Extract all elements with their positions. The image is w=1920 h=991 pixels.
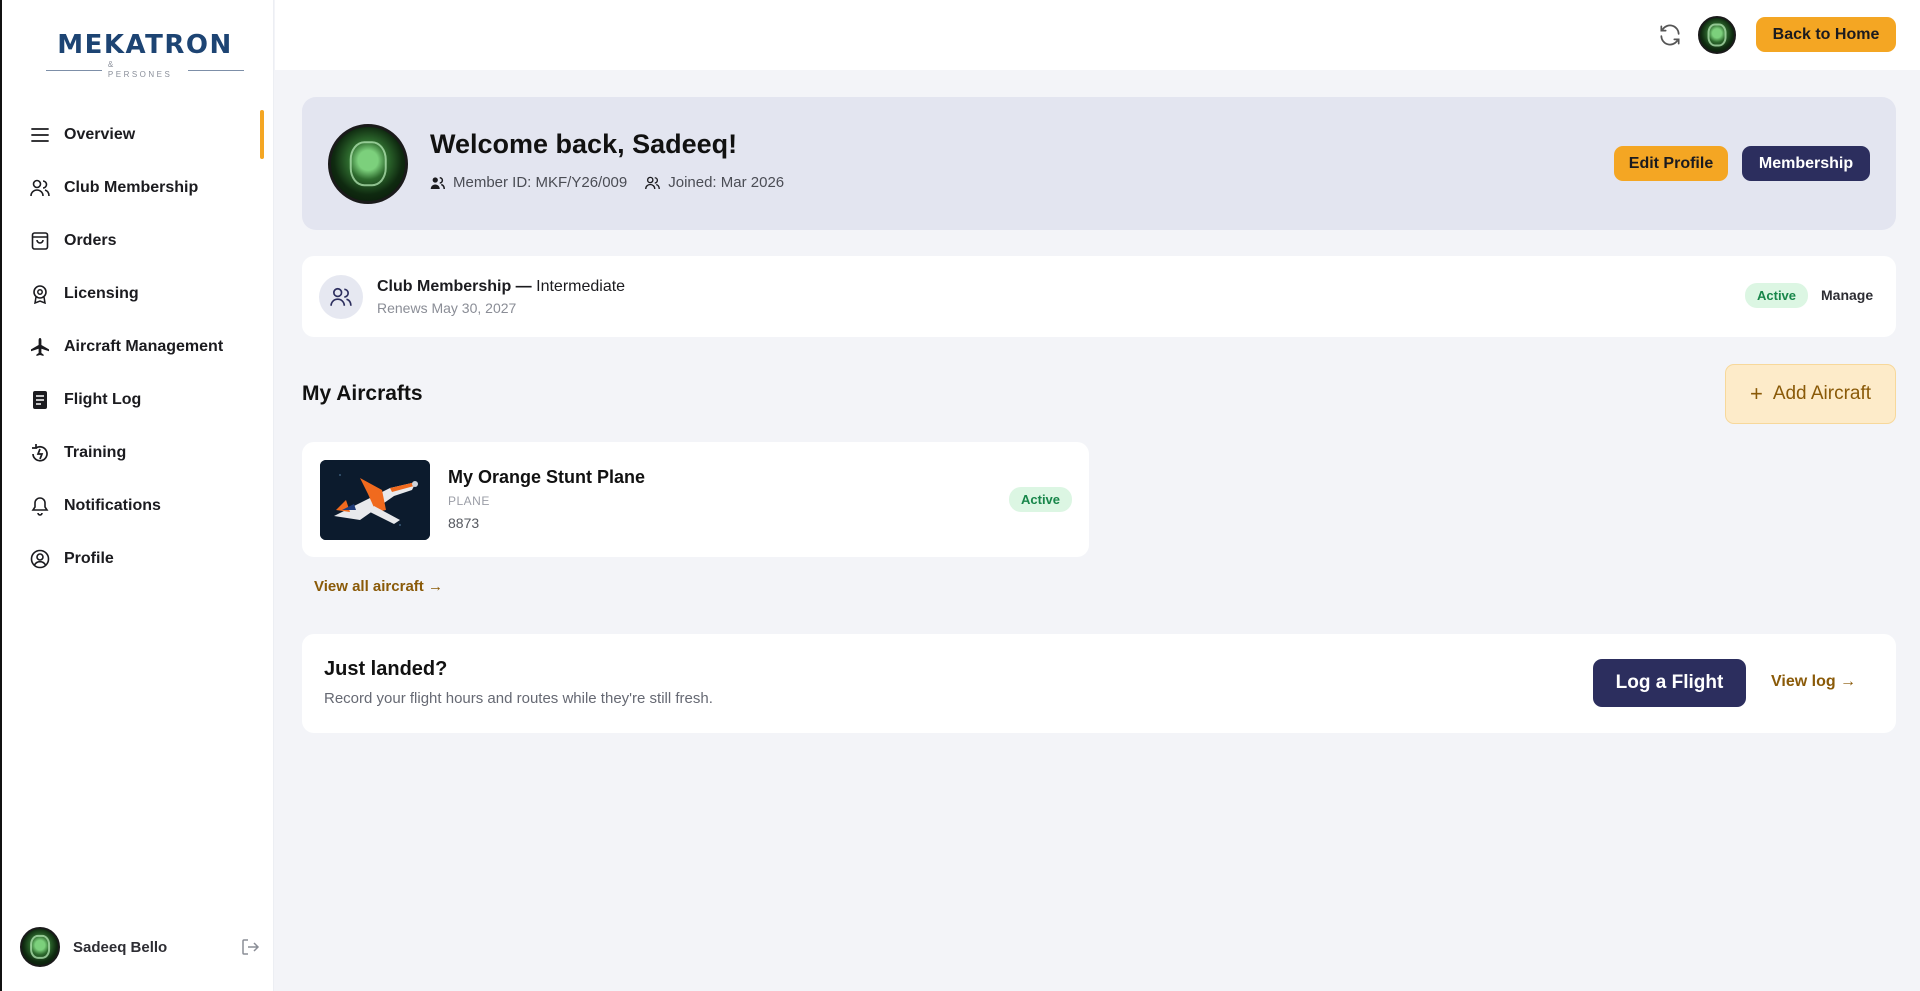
sidebar-item-profile[interactable]: Profile xyxy=(2,532,274,585)
sidebar-item-flight-log[interactable]: Flight Log xyxy=(2,373,274,426)
aircraft-type: PLANE xyxy=(448,494,490,508)
add-aircraft-label: Add Aircraft xyxy=(1772,383,1872,404)
membership-title-prefix: Club Membership — xyxy=(377,278,532,295)
avatar[interactable] xyxy=(1698,16,1736,54)
sidebar-item-licensing[interactable]: Licensing xyxy=(2,267,274,320)
member-meta: Member ID: MKF/Y26/009 Joined: Mar 2026 xyxy=(430,174,784,191)
status-badge: Active xyxy=(1009,487,1073,512)
sidebar-item-label: Aircraft Management xyxy=(64,337,224,355)
status-badge: Active xyxy=(1745,283,1809,308)
sidebar: MEKATRON & PERSONES Overview Club Member… xyxy=(0,0,274,991)
membership-renews: Renews May 30, 2027 xyxy=(377,300,517,316)
training-icon xyxy=(30,443,50,463)
sidebar-item-label: Profile xyxy=(64,549,114,567)
card-subtitle: Record your flight hours and routes whil… xyxy=(324,690,713,707)
sidebar-item-label: Licensing xyxy=(64,284,139,302)
sidebar-item-training[interactable]: Training xyxy=(2,426,274,479)
refresh-icon[interactable] xyxy=(1657,22,1683,48)
sidebar-item-label: Club Membership xyxy=(64,178,199,196)
aircraft-image xyxy=(320,460,430,540)
edit-profile-button[interactable]: Edit Profile xyxy=(1614,146,1728,181)
back-to-home-button[interactable]: Back to Home xyxy=(1756,17,1896,52)
membership-card: Club Membership — Intermediate Renews Ma… xyxy=(302,256,1896,337)
sidebar-user: Sadeeq Bello xyxy=(20,927,260,967)
sidebar-nav: Overview Club Membership Orders Licensin… xyxy=(2,108,274,585)
users-icon xyxy=(645,176,661,189)
member-id-text: Member ID: MKF/Y26/009 xyxy=(453,174,628,191)
user-circle-icon xyxy=(30,549,50,569)
logo-sub: & PERSONES xyxy=(46,60,244,80)
avatar xyxy=(328,124,408,204)
sidebar-item-notifications[interactable]: Notifications xyxy=(2,479,274,532)
sidebar-item-label: Overview xyxy=(64,125,136,143)
sidebar-item-label: Notifications xyxy=(64,496,161,514)
plane-icon xyxy=(30,337,50,357)
logo-main: MEKATRON xyxy=(57,30,233,60)
top-bar: Back to Home xyxy=(275,0,1920,70)
menu-icon xyxy=(30,125,50,145)
log-flight-button[interactable]: Log a Flight xyxy=(1593,659,1746,707)
membership-button[interactable]: Membership xyxy=(1742,146,1870,181)
users-icon xyxy=(30,178,50,198)
sidebar-item-overview[interactable]: Overview xyxy=(2,108,274,161)
add-aircraft-button[interactable]: + Add Aircraft xyxy=(1725,364,1896,424)
user-name: Sadeeq Bello xyxy=(73,938,168,956)
membership-tier: Intermediate xyxy=(536,278,626,295)
logout-icon[interactable] xyxy=(240,937,260,957)
joined-date: Joined: Mar 2026 xyxy=(645,174,784,191)
aircraft-number: 8873 xyxy=(448,515,480,531)
view-log-link[interactable]: View log → xyxy=(1771,673,1856,691)
plus-icon: + xyxy=(1749,381,1763,406)
sidebar-item-aircraft-management[interactable]: Aircraft Management xyxy=(2,320,274,373)
sidebar-item-orders[interactable]: Orders xyxy=(2,214,274,267)
log-flight-card: Just landed? Record your flight hours an… xyxy=(302,634,1896,733)
manage-link[interactable]: Manage xyxy=(1821,287,1873,303)
page-title: Welcome back, Sadeeq! xyxy=(430,129,738,159)
joined-text: Joined: Mar 2026 xyxy=(668,174,785,191)
brand-logo[interactable]: MEKATRON & PERSONES xyxy=(46,30,244,79)
sidebar-item-club-membership[interactable]: Club Membership xyxy=(2,161,274,214)
users-icon xyxy=(430,176,445,189)
membership-title: Club Membership — Intermediate xyxy=(377,278,625,296)
card-title: Just landed? xyxy=(324,658,448,680)
shopping-bag-icon xyxy=(30,231,50,251)
sidebar-item-label: Flight Log xyxy=(64,390,142,408)
welcome-card: Welcome back, Sadeeq! Member ID: MKF/Y26… xyxy=(302,97,1896,230)
member-id: Member ID: MKF/Y26/009 xyxy=(430,174,627,191)
view-all-aircraft-link[interactable]: View all aircraft → xyxy=(314,578,443,595)
aircraft-name: My Orange Stunt Plane xyxy=(448,467,646,487)
users-icon xyxy=(319,275,363,319)
document-icon xyxy=(30,390,50,410)
bell-icon xyxy=(30,496,50,516)
sidebar-item-label: Orders xyxy=(64,231,117,249)
section-title: My Aircrafts xyxy=(302,382,423,405)
sidebar-item-label: Training xyxy=(64,443,127,461)
avatar[interactable] xyxy=(20,927,60,967)
badge-icon xyxy=(30,284,50,304)
aircraft-card[interactable]: My Orange Stunt Plane PLANE 8873 Active xyxy=(302,442,1089,557)
